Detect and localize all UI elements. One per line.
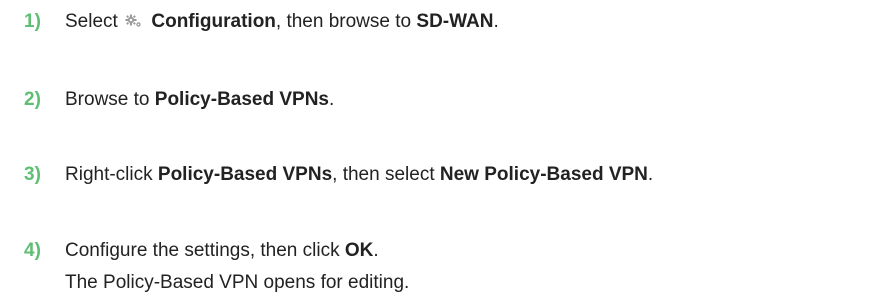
gear-icon bbox=[125, 12, 143, 34]
step-text-part: . bbox=[329, 89, 335, 110]
step-text-part: Configure the settings, then click bbox=[65, 240, 340, 261]
step-text: Right-click Policy-Based VPNs, then sele… bbox=[65, 164, 653, 186]
step-text: Configure the settings, then click OK. bbox=[65, 240, 379, 262]
step-number: 1) bbox=[24, 11, 41, 32]
step-result: The Policy-Based VPN opens for editing. bbox=[65, 272, 410, 293]
step-text-part: Right-click bbox=[65, 164, 153, 185]
step-text-part: . bbox=[373, 240, 379, 261]
step-text-part: . bbox=[647, 164, 654, 185]
step-text: Browse to Policy-Based VPNs. bbox=[65, 89, 334, 111]
step-text-part: , then select bbox=[332, 164, 435, 185]
step-text-part: Browse to bbox=[65, 89, 150, 110]
step-text-part: . bbox=[493, 11, 499, 32]
ui-term: Policy-Based VPNs bbox=[157, 164, 333, 185]
ui-term: New Policy-Based VPN bbox=[439, 164, 648, 185]
ui-term: Policy-Based VPNs bbox=[154, 89, 330, 110]
step-number: 2) bbox=[24, 89, 41, 110]
step-text: Select Configuration, then browse to SD-… bbox=[65, 11, 499, 34]
procedure-steps: 1) Select Configuration, then browse to … bbox=[0, 0, 891, 303]
ui-term: Configuration bbox=[151, 11, 276, 32]
step-number: 3) bbox=[24, 164, 41, 185]
step-text-part: Select bbox=[65, 11, 118, 32]
step-number: 4) bbox=[24, 240, 41, 261]
ui-term: OK bbox=[344, 240, 374, 261]
step-text-part: , then browse to bbox=[275, 11, 412, 32]
ui-term: SD-WAN bbox=[416, 11, 494, 32]
